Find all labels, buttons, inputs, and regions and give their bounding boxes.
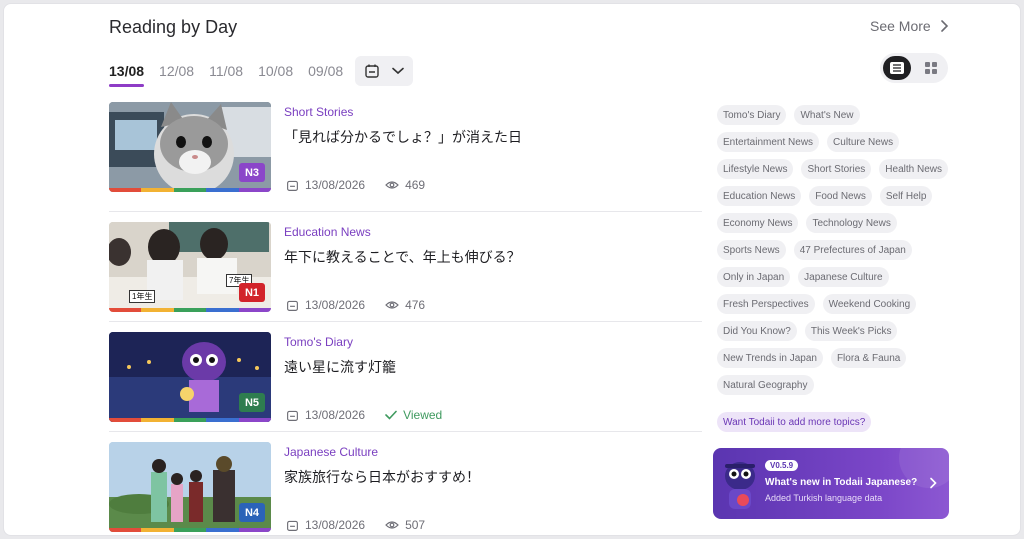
calendar-dropdown-button[interactable] (355, 56, 414, 86)
checkmark-icon (385, 410, 397, 420)
level-badge: N4 (239, 503, 265, 522)
topic-tag[interactable]: Technology News (806, 213, 897, 233)
article-date: 13/08/2026 (305, 408, 366, 422)
article-title[interactable]: 遠い星に流す灯籠 (284, 357, 396, 377)
article-category[interactable]: Japanese Culture (284, 445, 378, 459)
topic-tag[interactable]: Education News (717, 186, 802, 206)
article-item: N4 Japanese Culture 家族旅行なら日本がおすすめ！ 13/08… (109, 432, 702, 535)
grid-icon (925, 62, 937, 74)
date-tab-1[interactable]: 12/08 (159, 63, 194, 87)
topic-tag[interactable]: Fresh Perspectives (717, 294, 815, 314)
calendar-icon (287, 300, 298, 311)
article-meta: 13/08/2026 Viewed (286, 408, 442, 422)
topic-tags: Tomo's Diary What's New Entertainment Ne… (717, 105, 957, 395)
topic-tag[interactable]: Economy News (717, 213, 799, 233)
eye-icon (385, 521, 399, 529)
section-title: Reading by Day (109, 17, 238, 37)
view-toggle (880, 53, 948, 83)
article-item: N5 Tomo's Diary 遠い星に流す灯籠 13/08/2026 View… (109, 322, 702, 432)
date-tab-4[interactable]: 09/08 (308, 63, 343, 87)
thumbnail-label: 1年生 (129, 290, 156, 303)
topic-tag[interactable]: Sports News (717, 240, 786, 260)
topic-tag[interactable]: Flora & Fauna (830, 348, 907, 368)
topic-tag[interactable]: New Trends in Japan (717, 348, 823, 368)
topic-tag[interactable]: Health News (879, 159, 948, 179)
article-meta: 13/08/2026 507 (286, 518, 425, 532)
version-badge: V0.5.9 (765, 460, 799, 471)
article-item: 1年生 7年生 N1 Education News 年下に教えることで、年上も伸… (109, 212, 702, 322)
article-thumbnail[interactable]: N3 (109, 102, 271, 192)
topic-tag[interactable]: Japanese Culture (798, 267, 889, 287)
topic-tag[interactable]: Did You Know? (717, 321, 797, 341)
chevron-right-icon (930, 477, 937, 489)
article-list: N3 Short Stories 「見れば分かるでしょ？」が消えた日 13/08… (109, 102, 702, 535)
date-tab-2[interactable]: 11/08 (209, 63, 243, 87)
article-thumbnail[interactable]: 1年生 7年生 N1 (109, 222, 271, 312)
chevron-down-icon (392, 67, 404, 75)
topic-tag[interactable]: What's New (794, 105, 860, 125)
topic-tag[interactable]: Weekend Cooking (822, 294, 917, 314)
topic-tag[interactable]: Self Help (879, 186, 933, 206)
see-more-label: See More (870, 18, 931, 34)
topic-tag[interactable]: Food News (809, 186, 872, 206)
level-badge: N5 (239, 393, 265, 412)
article-thumbnail[interactable]: N5 (109, 332, 271, 422)
level-badge: N3 (239, 163, 265, 182)
date-tabs: 13/08 12/08 11/08 10/08 09/08 (109, 56, 414, 87)
calendar-icon (365, 64, 379, 78)
article-category[interactable]: Tomo's Diary (284, 335, 353, 349)
article-title[interactable]: 年下に教えることで、年上も伸びる？ (284, 247, 521, 267)
article-meta: 13/08/2026 469 (286, 178, 425, 192)
eye-icon (385, 301, 399, 309)
thumbnail-color-bar (109, 308, 271, 312)
article-date: 13/08/2026 (305, 298, 366, 312)
view-count: 469 (405, 178, 426, 192)
article-date: 13/08/2026 (305, 178, 366, 192)
topic-tag[interactable]: Short Stories (801, 159, 872, 179)
reading-by-day-panel: Reading by Day See More 13/08 12/08 11/0… (3, 3, 1021, 536)
thumbnail-color-bar (109, 188, 271, 192)
date-tab-0[interactable]: 13/08 (109, 63, 145, 87)
thumbnail-color-bar (109, 528, 271, 532)
grid-view-button[interactable] (917, 56, 945, 80)
calendar-icon (287, 410, 298, 421)
banner-subtitle: Added Turkish language data (765, 493, 883, 503)
topic-tag[interactable]: Tomo's Diary (717, 105, 787, 125)
view-count: 507 (405, 518, 426, 532)
article-item: N3 Short Stories 「見れば分かるでしょ？」が消えた日 13/08… (109, 102, 702, 212)
chevron-right-icon (940, 20, 948, 32)
view-count: 476 (405, 298, 426, 312)
viewed-status: Viewed (403, 408, 443, 422)
eye-icon (385, 181, 399, 189)
article-date: 13/08/2026 (305, 518, 366, 532)
mascot-icon (725, 462, 755, 509)
list-icon (890, 62, 904, 74)
topic-tag[interactable]: This Week's Picks (804, 321, 898, 341)
whats-new-banner[interactable]: V0.5.9 What's new in Todaii Japanese? Ad… (713, 448, 949, 519)
article-category[interactable]: Education News (284, 225, 371, 239)
calendar-icon (287, 520, 298, 531)
article-category[interactable]: Short Stories (284, 105, 353, 119)
topic-tag[interactable]: 47 Prefectures of Japan (793, 240, 912, 260)
topic-tag[interactable]: Lifestyle News (717, 159, 794, 179)
topic-tag[interactable]: Only in Japan (717, 267, 791, 287)
see-more-link[interactable]: See More (870, 18, 949, 34)
list-view-button[interactable] (883, 56, 911, 80)
article-title[interactable]: 「見れば分かるでしょ？」が消えた日 (284, 127, 522, 147)
article-meta: 13/08/2026 476 (286, 298, 425, 312)
request-topics-button[interactable]: Want Todaii to add more topics? (717, 412, 872, 432)
calendar-icon (287, 180, 298, 191)
article-title[interactable]: 家族旅行なら日本がおすすめ！ (284, 467, 480, 487)
article-thumbnail[interactable]: N4 (109, 442, 271, 532)
banner-title: What's new in Todaii Japanese? (765, 477, 918, 488)
date-tab-3[interactable]: 10/08 (258, 63, 293, 87)
level-badge: N1 (239, 283, 265, 302)
topic-tag[interactable]: Entertainment News (717, 132, 820, 152)
thumbnail-color-bar (109, 418, 271, 422)
topic-tag[interactable]: Culture News (827, 132, 900, 152)
topic-tag[interactable]: Natural Geography (717, 375, 814, 395)
